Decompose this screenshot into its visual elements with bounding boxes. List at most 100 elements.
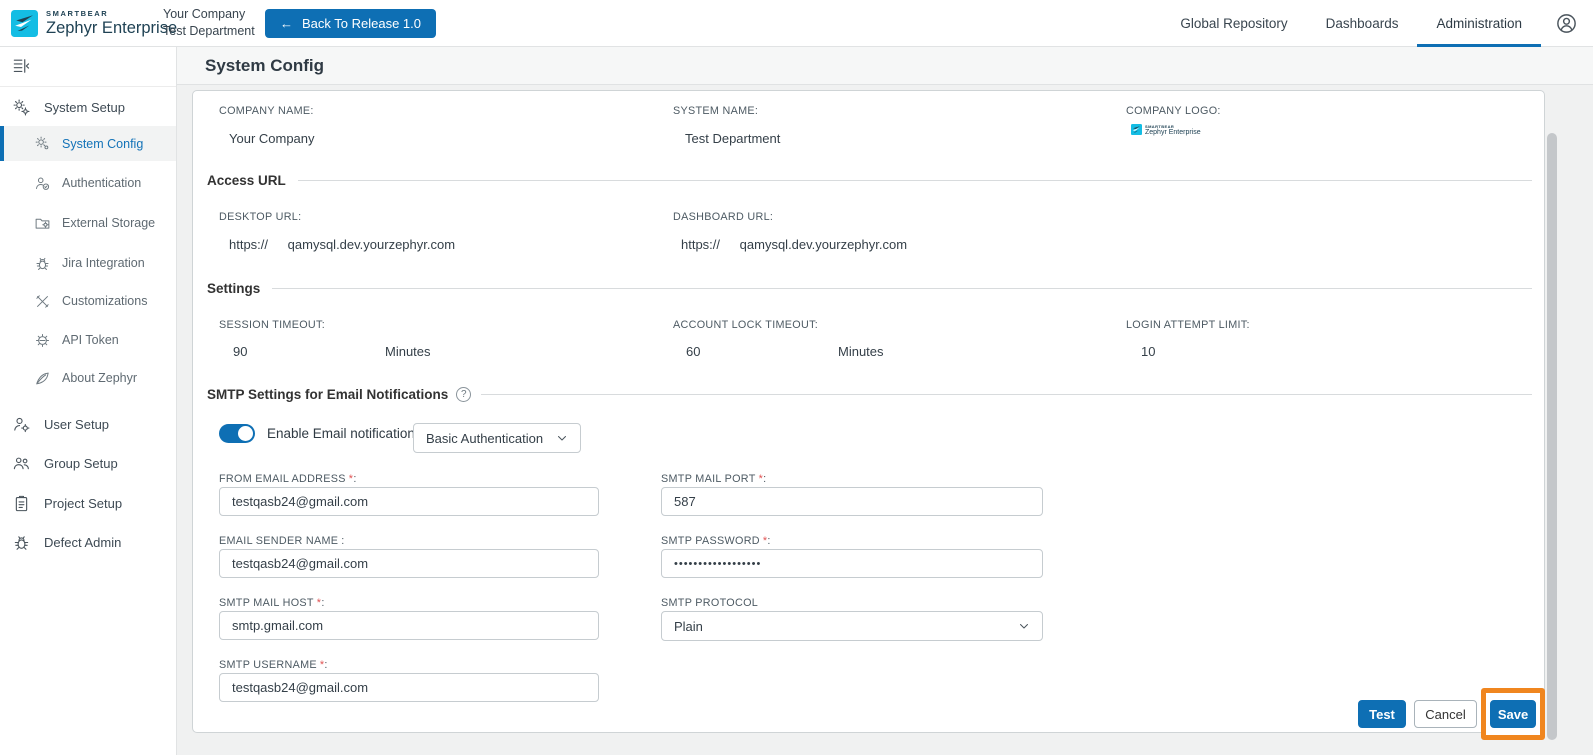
- save-button[interactable]: Save: [1490, 700, 1536, 728]
- top-navigation: Global Repository Dashboards Administrat…: [1161, 0, 1541, 47]
- system-name-value: Test Department: [685, 131, 780, 146]
- sidebar-item-about-zephyr[interactable]: About Zephyr: [0, 361, 176, 395]
- chevron-down-icon: [556, 432, 568, 444]
- back-button-label: Back To Release 1.0: [302, 16, 421, 31]
- smtp-protocol-value: Plain: [674, 619, 703, 634]
- desktop-url-value: https:// qamysql.dev.yourzephyr.com: [229, 237, 455, 252]
- session-timeout-unit: Minutes: [385, 344, 431, 359]
- zephyr-logo: SMARTBEAR Zephyr Enterprise: [11, 9, 177, 38]
- feather-icon: [34, 370, 51, 387]
- external-storage-icon: [34, 215, 51, 232]
- sidebar-collapse-row: [0, 47, 176, 87]
- user-setup-icon: [12, 415, 31, 434]
- smtp-mail-host-label: SMTP MAIL HOST*:: [219, 597, 325, 609]
- dashboard-url-label: DASHBOARD URL:: [673, 211, 773, 223]
- system-config-card: COMPANY NAME: Your Company SYSTEM NAME: …: [192, 90, 1545, 733]
- main-content: System Config COMPANY NAME: Your Company…: [177, 47, 1593, 755]
- mini-zephyr-logo-icon: [1131, 124, 1142, 135]
- smtp-protocol-dropdown[interactable]: Plain: [661, 611, 1043, 641]
- sidebar-label: Project Setup: [44, 496, 122, 511]
- system-config-icon: [34, 135, 51, 152]
- settings-title: Settings: [207, 281, 260, 296]
- smtp-mail-host-input[interactable]: [219, 611, 599, 640]
- app-window: SMARTBEAR Zephyr Enterprise Your Company…: [0, 0, 1593, 755]
- dashboard-url-host: qamysql.dev.yourzephyr.com: [740, 237, 907, 252]
- smtp-password-label: SMTP PASSWORD*:: [661, 535, 771, 547]
- account-lock-timeout-value: 60: [686, 344, 700, 359]
- brand-product: Zephyr Enterprise: [46, 19, 177, 38]
- sidebar-label: User Setup: [44, 417, 109, 432]
- brand-text: SMARTBEAR Zephyr Enterprise: [46, 9, 177, 38]
- sidebar-item-system-setup[interactable]: System Setup: [0, 90, 176, 124]
- login-attempt-limit-label: LOGIN ATTEMPT LIMIT:: [1126, 319, 1250, 331]
- sidebar-item-jira-integration[interactable]: Jira Integration: [0, 246, 176, 280]
- defect-bug-icon: [12, 533, 31, 552]
- sidebar-label: Jira Integration: [62, 256, 145, 270]
- email-sender-name-label: EMAIL SENDER NAME:: [219, 535, 345, 547]
- email-sender-name-input[interactable]: [219, 549, 599, 578]
- login-attempt-limit-value: 10: [1141, 344, 1155, 359]
- sidebar-label: External Storage: [62, 216, 155, 230]
- system-setup-icon: [12, 98, 31, 117]
- admin-sidebar: System Setup System Config: [0, 47, 177, 755]
- chevron-down-icon: [1018, 620, 1030, 632]
- bug-icon: [34, 255, 51, 272]
- test-button[interactable]: Test: [1358, 700, 1406, 728]
- save-button-highlight: Save: [1481, 688, 1545, 740]
- user-profile-icon[interactable]: [1555, 12, 1578, 35]
- enable-email-toggle[interactable]: [219, 424, 255, 443]
- from-email-input[interactable]: [219, 487, 599, 516]
- sidebar-item-defect-admin[interactable]: Defect Admin: [0, 525, 176, 559]
- vertical-scrollbar[interactable]: [1547, 133, 1557, 740]
- session-timeout-label: SESSION TIMEOUT:: [219, 319, 325, 331]
- brand-smartbear: SMARTBEAR: [46, 9, 177, 18]
- nav-dashboards[interactable]: Dashboards: [1307, 0, 1418, 47]
- company-logo-label: COMPANY LOGO:: [1126, 105, 1221, 117]
- smtp-username-label: SMTP USERNAME*:: [219, 659, 328, 671]
- sidebar-item-authentication[interactable]: Authentication: [0, 166, 176, 200]
- access-url-title: Access URL: [207, 173, 286, 188]
- toggle-knob: [238, 426, 253, 441]
- sidebar-label: About Zephyr: [62, 371, 137, 385]
- top-header: SMARTBEAR Zephyr Enterprise Your Company…: [0, 0, 1593, 47]
- auth-method-dropdown[interactable]: Basic Authentication: [413, 423, 581, 453]
- sidebar-item-customizations[interactable]: Customizations: [0, 284, 176, 318]
- sidebar-label: Defect Admin: [44, 535, 121, 550]
- smtp-protocol-label: SMTP PROTOCOL: [661, 597, 758, 609]
- sidebar-label: Authentication: [62, 176, 141, 190]
- sidebar-item-user-setup[interactable]: User Setup: [0, 407, 176, 441]
- desktop-url-host: qamysql.dev.yourzephyr.com: [288, 237, 455, 252]
- smtp-password-input[interactable]: [661, 549, 1043, 578]
- company-name-value: Your Company: [229, 131, 315, 146]
- session-timeout-value: 90: [233, 344, 247, 359]
- sidebar-label: System Setup: [44, 100, 125, 115]
- nav-administration[interactable]: Administration: [1417, 0, 1541, 47]
- desktop-url-label: DESKTOP URL:: [219, 211, 301, 223]
- sidebar-item-api-token[interactable]: API Token: [0, 323, 176, 357]
- sidebar-item-system-config[interactable]: System Config: [0, 126, 176, 161]
- nav-global-repository[interactable]: Global Repository: [1161, 0, 1306, 47]
- sidebar-label: Group Setup: [44, 456, 118, 471]
- back-to-release-button[interactable]: ← Back To Release 1.0: [265, 9, 436, 38]
- group-icon: [12, 454, 31, 473]
- page-title-bar: System Config: [177, 47, 1593, 85]
- back-arrow-icon: ←: [280, 16, 293, 31]
- cancel-button[interactable]: Cancel: [1414, 700, 1477, 728]
- collapse-sidebar-icon[interactable]: [11, 56, 31, 76]
- smtp-mail-port-input[interactable]: [661, 487, 1043, 516]
- company-logo-image: SMARTBEAR Zephyr Enterprise: [1131, 124, 1201, 136]
- sidebar-item-group-setup[interactable]: Group Setup: [0, 446, 176, 480]
- desktop-url-scheme: https://: [229, 237, 268, 252]
- smtp-section-header: SMTP Settings for Email Notifications ?: [207, 387, 1532, 402]
- sidebar-label: System Config: [62, 137, 143, 151]
- department-name: Test Department: [163, 23, 255, 40]
- authentication-icon: [34, 175, 51, 192]
- smtp-username-input[interactable]: [219, 673, 599, 702]
- clipboard-icon: [12, 494, 31, 513]
- company-name: Your Company: [163, 6, 255, 23]
- help-icon[interactable]: ?: [456, 387, 471, 402]
- sidebar-item-external-storage[interactable]: External Storage: [0, 206, 176, 240]
- sidebar-item-project-setup[interactable]: Project Setup: [0, 486, 176, 520]
- account-lock-timeout-unit: Minutes: [838, 344, 884, 359]
- company-context: Your Company Test Department: [163, 6, 255, 40]
